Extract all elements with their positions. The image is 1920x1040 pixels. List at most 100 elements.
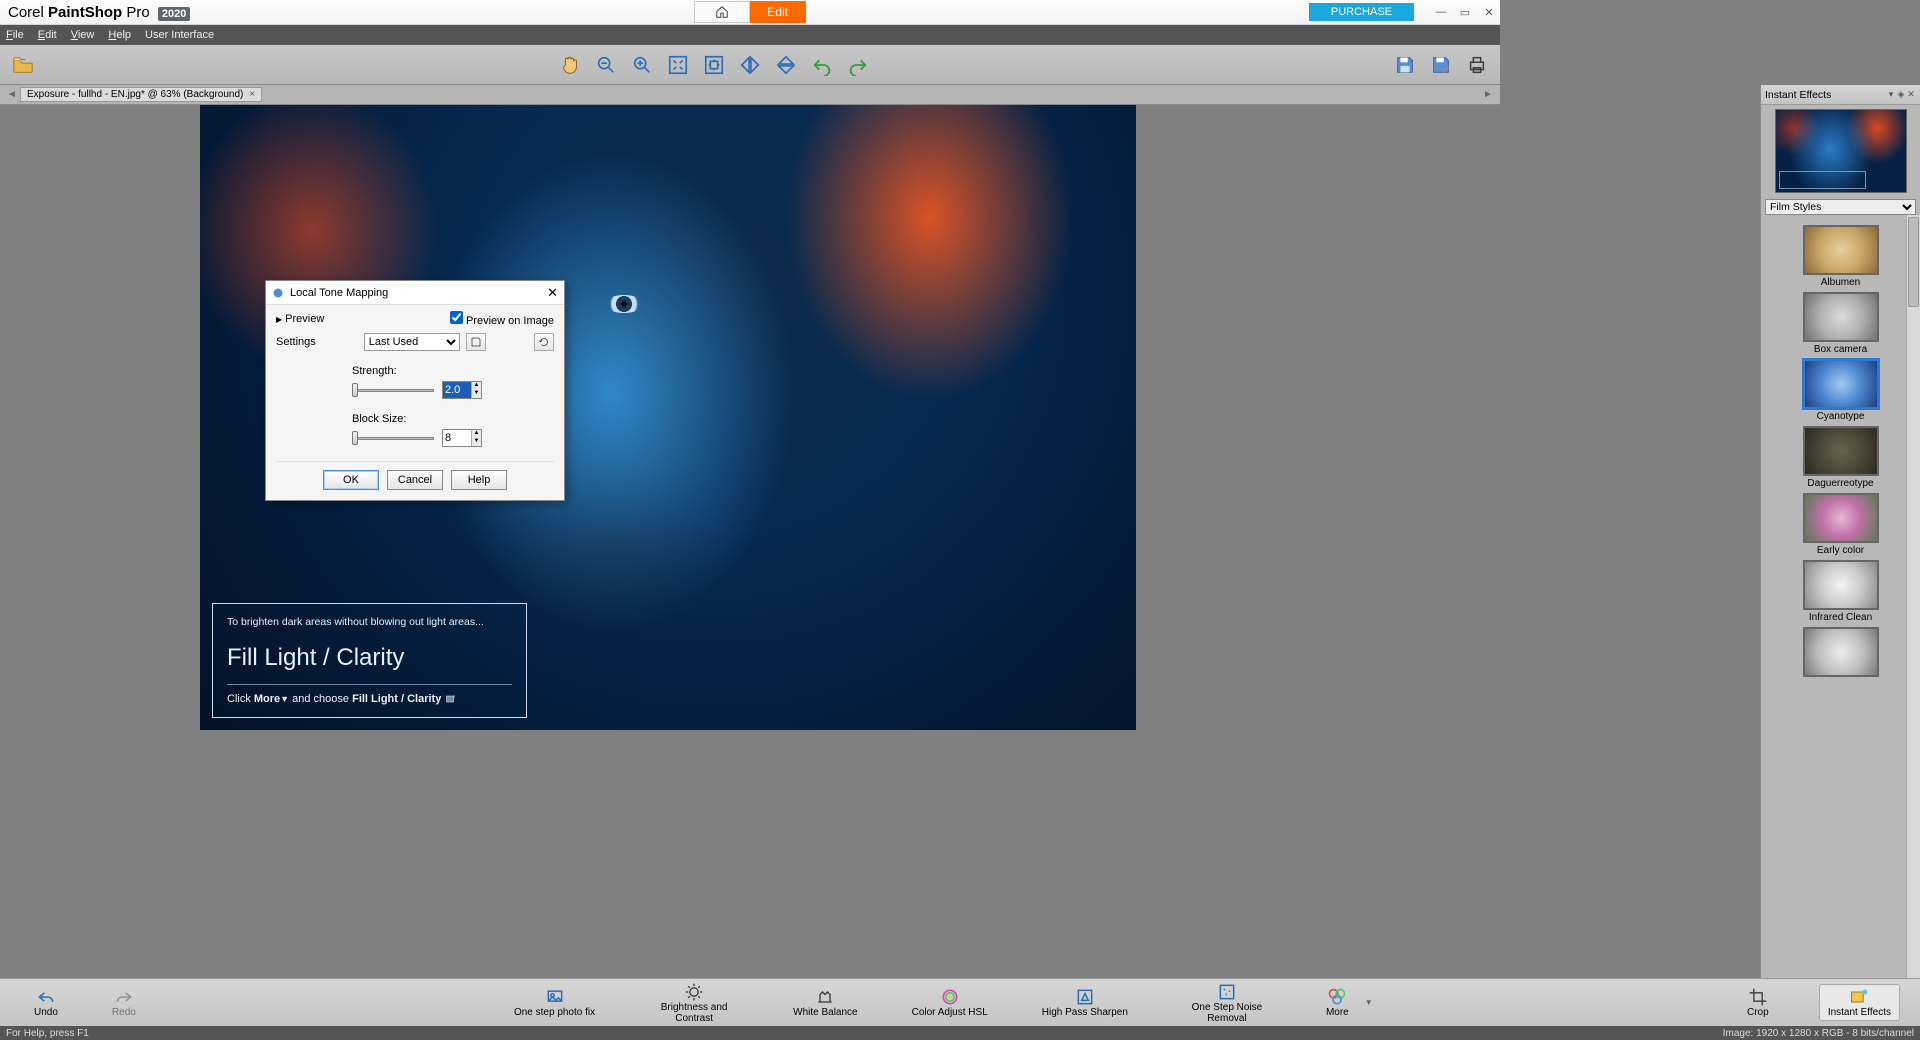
high-pass-sharpen-button[interactable]: High Pass Sharpen	[1038, 982, 1132, 1024]
minimize-button[interactable]: —	[1434, 5, 1448, 19]
dialog-help-button[interactable]: Help	[451, 470, 507, 490]
crop-button[interactable]: Crop	[1743, 984, 1773, 1021]
save-preset-button[interactable]	[466, 333, 486, 351]
instant-effects-button[interactable]: Instant Effects	[1819, 984, 1900, 1021]
strength-label: Strength:	[352, 365, 530, 377]
brand-prefix: Corel	[8, 4, 44, 21]
blocksize-spinner[interactable]: ▲▼	[442, 429, 482, 447]
home-icon	[715, 5, 729, 19]
document-tab-label: Exposure - fullhd - EN.jpg* @ 63% (Backg…	[27, 89, 243, 100]
strength-spinner[interactable]: ▲▼	[442, 381, 482, 399]
actual-size-button[interactable]	[699, 50, 729, 80]
undo-icon	[811, 54, 833, 76]
menu-help[interactable]: Help	[108, 29, 131, 41]
zoom-in-button[interactable]	[627, 50, 657, 80]
document-tab-strip: ◄ Exposure - fullhd - EN.jpg* @ 63% (Bac…	[0, 85, 1500, 105]
blocksize-down[interactable]: ▼	[472, 438, 481, 446]
fit-window-icon	[667, 54, 689, 76]
redo-button[interactable]: Redo	[108, 987, 140, 1018]
flip-horizontal-button[interactable]	[735, 50, 765, 80]
tab-scroll-left[interactable]: ◄	[4, 89, 20, 100]
crop-icon	[1747, 987, 1769, 1007]
effects-list[interactable]: Albumen Box camera Cyanotype Daguerreoty…	[1761, 217, 1920, 998]
workspace-tab-home[interactable]	[694, 1, 750, 23]
undo-button[interactable]: Undo	[30, 987, 62, 1018]
document-tab-close[interactable]: ×	[249, 89, 255, 100]
close-button[interactable]: ✕	[1482, 5, 1496, 19]
instant-effects-icon	[1848, 987, 1870, 1007]
panel-header[interactable]: Instant Effects ▾ ◈ ✕	[1761, 85, 1920, 105]
dialog-app-icon	[272, 287, 284, 299]
strength-input[interactable]	[443, 382, 471, 398]
effect-item-infrared-clean[interactable]: Infrared Clean	[1801, 560, 1881, 623]
save-preset-icon	[470, 336, 482, 348]
zoom-in-icon	[631, 54, 653, 76]
open-file-button[interactable]	[8, 50, 38, 80]
zoom-out-button[interactable]	[591, 50, 621, 80]
strength-down[interactable]: ▼	[472, 390, 481, 398]
white-balance-icon	[814, 987, 836, 1007]
dialog-titlebar[interactable]: Local Tone Mapping ✕	[266, 281, 564, 305]
pan-tool-button[interactable]	[555, 50, 585, 80]
dialog-cancel-button[interactable]: Cancel	[387, 470, 443, 490]
settings-preset-select[interactable]: Last Used	[364, 333, 460, 351]
effect-item-daguerreotype[interactable]: Daguerreotype	[1801, 426, 1881, 489]
fit-window-button[interactable]	[663, 50, 693, 80]
dialog-ok-button[interactable]: OK	[323, 470, 379, 490]
blocksize-input[interactable]	[443, 430, 471, 446]
strength-up[interactable]: ▲	[472, 382, 481, 390]
dialog-close-button[interactable]: ✕	[547, 285, 558, 301]
color-adjust-hsl-button[interactable]: Color Adjust HSL	[908, 982, 992, 1024]
zoom-out-icon	[595, 54, 617, 76]
preview-toggle-label[interactable]: Preview	[285, 313, 324, 325]
panel-menu-button[interactable]: ▾	[1886, 89, 1896, 100]
blocksize-up[interactable]: ▲	[472, 430, 481, 438]
flip-vertical-button[interactable]	[771, 50, 801, 80]
menu-user-interface[interactable]: User Interface	[145, 29, 214, 41]
menu-view[interactable]: View	[71, 29, 95, 41]
blocksize-slider[interactable]	[352, 431, 434, 445]
menu-edit[interactable]: Edit	[38, 29, 57, 41]
maximize-button[interactable]: ▭	[1458, 5, 1472, 19]
preview-expand-icon[interactable]: ▶	[276, 315, 282, 324]
redo-button-toolbar[interactable]	[843, 50, 873, 80]
effects-scrollbar[interactable]	[1906, 215, 1920, 998]
brightness-icon	[683, 982, 705, 1002]
blocksize-label: Block Size:	[352, 413, 530, 425]
actual-size-icon	[703, 54, 725, 76]
menu-file[interactable]: File	[6, 29, 24, 41]
strength-slider[interactable]	[352, 383, 434, 397]
effect-item-early-color[interactable]: Early color	[1801, 493, 1881, 556]
effects-category-select[interactable]: Film Styles	[1765, 199, 1916, 215]
hand-icon	[559, 54, 581, 76]
photo-fix-icon	[544, 987, 566, 1007]
preview-on-image-checkbox[interactable]: Preview on Image	[450, 311, 554, 327]
save-as-button[interactable]	[1426, 50, 1456, 80]
tab-scroll-right[interactable]: ►	[1480, 89, 1496, 100]
bottom-toolbar: Undo Redo One step photo fix Brightness …	[0, 978, 1920, 1026]
effect-item-partial[interactable]	[1801, 627, 1881, 677]
purchase-button[interactable]: PURCHASE	[1309, 3, 1414, 21]
panel-preview-image	[1775, 109, 1907, 193]
print-button[interactable]	[1462, 50, 1492, 80]
panel-close-button[interactable]: ✕	[1906, 89, 1916, 100]
brightness-contrast-button[interactable]: Brightness and Contrast	[645, 982, 743, 1024]
workspace-tab-edit[interactable]: Edit	[750, 1, 806, 23]
effect-item-box-camera[interactable]: Box camera	[1801, 292, 1881, 355]
undo-button-toolbar[interactable]	[807, 50, 837, 80]
reset-icon	[538, 336, 550, 348]
status-left: For Help, press F1	[6, 1028, 89, 1039]
effect-item-cyanotype[interactable]: Cyanotype	[1801, 359, 1881, 422]
tip-sub: Click More▼ and choose Fill Light / Clar…	[227, 693, 512, 705]
one-step-photo-fix-button[interactable]: One step photo fix	[510, 982, 599, 1024]
reset-button[interactable]	[534, 333, 554, 351]
noise-icon	[1216, 982, 1238, 1002]
effect-item-albumen[interactable]: Albumen	[1801, 225, 1881, 288]
panel-pin-button[interactable]: ◈	[1896, 89, 1906, 100]
more-dropdown-caret[interactable]: ▼	[1365, 998, 1373, 1007]
more-adjustments-button[interactable]: More	[1322, 982, 1353, 1024]
save-button[interactable]	[1390, 50, 1420, 80]
document-tab[interactable]: Exposure - fullhd - EN.jpg* @ 63% (Backg…	[20, 87, 262, 102]
noise-removal-button[interactable]: One Step Noise Removal	[1178, 982, 1276, 1024]
white-balance-button[interactable]: White Balance	[789, 982, 861, 1024]
